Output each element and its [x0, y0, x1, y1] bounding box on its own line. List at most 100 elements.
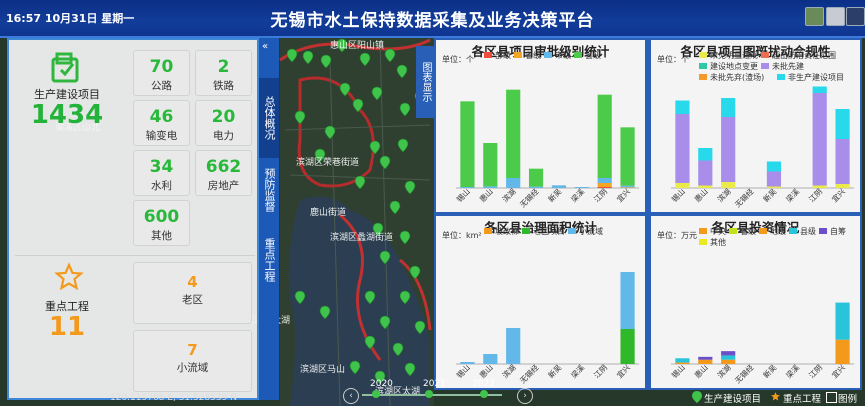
legend-swatch [819, 228, 827, 234]
bar-segment[interactable] [483, 354, 498, 364]
legend-key-project[interactable]: 重点工程 [783, 391, 821, 405]
timeline-prev-button[interactable]: ‹ [343, 388, 359, 404]
bar-segment[interactable] [721, 359, 736, 364]
legend-label: 自筹 [830, 226, 846, 236]
bar-segment[interactable] [597, 183, 612, 187]
bar-segment[interactable] [698, 356, 713, 360]
bar-segment[interactable] [483, 143, 498, 187]
bar-segment[interactable] [460, 187, 475, 188]
bar-segment[interactable] [460, 101, 475, 187]
unit-label: 单位：个 [442, 54, 474, 64]
legend-swatch [729, 228, 737, 234]
bar-segment[interactable] [812, 93, 827, 186]
bar-segment[interactable] [528, 168, 544, 187]
tab-overview[interactable]: 总体概况 [259, 78, 279, 158]
statistics-panel: 生产建设项目 1434 70 公路 2 铁路 46 输变电 20 电力 34 水利 662… [7, 38, 259, 400]
bar-segment[interactable] [506, 178, 521, 188]
bar-segment[interactable] [675, 114, 690, 183]
bar-segment[interactable] [675, 100, 690, 115]
bar-segment[interactable] [835, 184, 850, 188]
map-place-label: 滨湖区荣巷街道 [296, 156, 359, 168]
bar-segment[interactable] [698, 148, 713, 161]
bar-segment[interactable] [698, 160, 713, 186]
bar-segment[interactable] [835, 109, 850, 139]
stat-power[interactable]: 20 电力 [195, 100, 252, 146]
bar-segment[interactable] [620, 185, 635, 188]
bar-segment[interactable] [721, 355, 736, 360]
timeline-node[interactable] [425, 390, 433, 398]
bar-segment[interactable] [460, 362, 475, 364]
bar-segment[interactable] [835, 339, 850, 364]
dark-map-button[interactable] [846, 7, 865, 26]
legend-label: 老区项目 [533, 226, 565, 236]
x-tick-label: 梁溪 [784, 186, 802, 204]
stat-realestate[interactable]: 662 房地产 [195, 150, 252, 196]
bar-segment[interactable] [698, 359, 713, 364]
timeline-node[interactable] [480, 390, 488, 398]
tab-prevention[interactable]: 预防监督 [259, 150, 279, 230]
stat-old-area[interactable]: 4 老区 [133, 262, 252, 324]
bar-segment[interactable] [675, 358, 690, 363]
unit-label: 单位：km² [442, 230, 482, 240]
bar-segment[interactable] [597, 94, 612, 178]
legend-label: 县级 [585, 50, 601, 60]
bar-segment[interactable] [766, 161, 782, 172]
timeline-node[interactable] [372, 390, 380, 398]
bar-segment[interactable] [675, 183, 690, 188]
map-place-label: 鹿山街道 [310, 206, 346, 218]
x-tick-label: 惠山 [692, 186, 710, 204]
chart-approval-level: 各区县项目审批级别统计 单位：个 部级 省级 市级 县级 锡山 惠山 滨湖 无锡经 新吴 梁溪 江阴宜… [436, 40, 645, 212]
chart-treatment-area: 各区县治理面积统计 单位：km² 坡改梯 老区项目 小流域 锡山 惠山 滨湖 无锡经 新吴 梁溪江… [436, 216, 645, 388]
collapse-icon[interactable]: « [262, 41, 268, 52]
bar-segment[interactable] [835, 139, 850, 184]
legend-button[interactable]: 图例 [838, 391, 857, 405]
bar-segment[interactable] [620, 329, 635, 364]
stat-other[interactable]: 600 其他 [133, 200, 190, 246]
bar-segment[interactable] [698, 185, 713, 189]
bar-segment[interactable] [528, 186, 544, 188]
tab-key-projects[interactable]: 重点工程 [259, 220, 279, 300]
x-tick-label: 新吴 [761, 186, 779, 204]
satellite-map-button[interactable] [805, 7, 824, 26]
bar-segment[interactable] [620, 272, 635, 329]
bar-segment[interactable] [551, 185, 567, 188]
x-tick-label: 新吴 [546, 362, 564, 380]
bar-segment[interactable] [574, 187, 589, 188]
bar-segment[interactable] [506, 328, 521, 364]
timeline-next-button[interactable]: › [517, 388, 533, 404]
bar-segment[interactable] [721, 98, 736, 117]
stat-highway[interactable]: 70 公路 [133, 50, 190, 96]
legend-project[interactable]: 生产建设项目 [704, 391, 761, 405]
bar-segment[interactable] [597, 187, 612, 188]
construction-icon [51, 52, 79, 83]
legend-label: 其他 [710, 237, 726, 247]
street-map-button[interactable] [826, 7, 845, 26]
bar-segment[interactable] [597, 178, 612, 183]
x-tick-label: 惠山 [692, 362, 710, 380]
charts-panel: 各区县项目审批级别统计 单位：个 部级 省级 市级 县级 锡山 惠山 滨湖 无锡经 新吴 梁溪 江阴宜… [434, 38, 862, 390]
bar-segment[interactable] [835, 302, 850, 340]
stat-small-watershed[interactable]: 7 小流域 [133, 330, 252, 392]
bar-segment[interactable] [721, 182, 736, 188]
bar-segment[interactable] [812, 86, 827, 94]
x-tick-label: 锡山 [454, 186, 472, 204]
chart-svg: 单位：个 部级 省级 市级 县级锡山 惠山 滨湖 无锡经 新吴 梁溪 江阴 宜兴 [442, 50, 639, 209]
bar-segment[interactable] [506, 89, 521, 178]
legend-label: 小流域 [579, 226, 603, 236]
stat-transmission[interactable]: 46 输变电 [133, 100, 190, 146]
bar-segment[interactable] [812, 185, 827, 189]
stat-railway[interactable]: 2 铁路 [195, 50, 252, 96]
bar-segment[interactable] [483, 186, 498, 188]
legend-label: 部级 [495, 50, 511, 60]
legend-swatch [574, 52, 582, 58]
chart-display-toggle[interactable]: 图表显示 [416, 46, 434, 118]
stat-water[interactable]: 34 水利 [133, 150, 190, 196]
bar-segment[interactable] [620, 187, 635, 188]
x-tick-label: 惠山 [477, 362, 495, 380]
bar-segment[interactable] [766, 171, 782, 187]
bar-segment[interactable] [766, 186, 782, 189]
bar-segment[interactable] [721, 117, 736, 182]
bar-segment[interactable] [721, 351, 736, 356]
bar-segment[interactable] [675, 362, 690, 364]
bar-segment[interactable] [620, 127, 635, 186]
